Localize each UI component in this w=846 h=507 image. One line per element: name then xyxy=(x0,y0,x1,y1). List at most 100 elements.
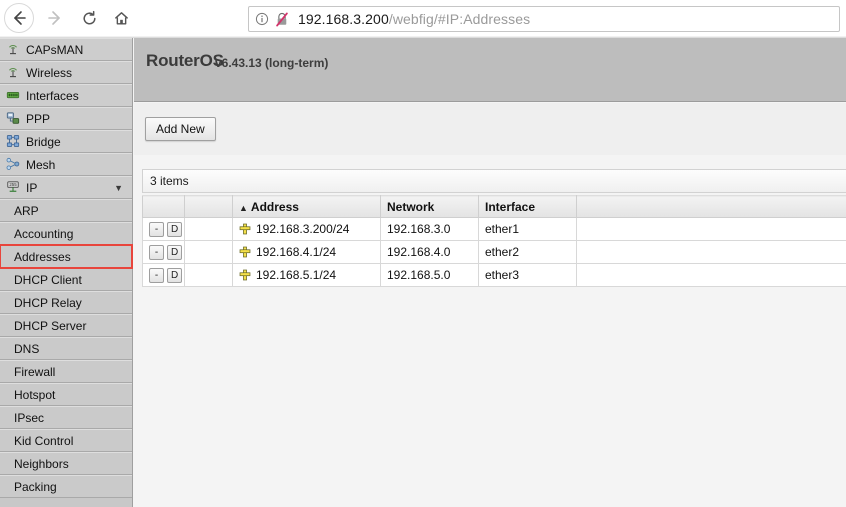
sidebar-item-hotspot[interactable]: Hotspot xyxy=(0,383,132,406)
sidebar-item-label: DHCP Client xyxy=(14,272,82,287)
browser-chrome: 192.168.3.200/webfig/#IP:Addresses xyxy=(0,0,846,37)
cell-spacer xyxy=(576,240,846,264)
cell-spacer xyxy=(576,217,846,241)
sidebar-item-kid-control[interactable]: Kid Control xyxy=(0,429,132,452)
sidebar-menu: CAPsMAN Wireless Interfaces PPP Bridge Mesh 25… xyxy=(0,38,133,507)
cell-network: 192.168.5.0 xyxy=(380,263,479,287)
info-icon[interactable] xyxy=(255,12,269,26)
ppp-icon xyxy=(6,111,21,126)
address-bar[interactable]: 192.168.3.200/webfig/#IP:Addresses xyxy=(248,6,840,32)
row-action-cell: -D xyxy=(142,240,185,264)
table-body: - D 192.168.3.200/24 192.168.3.0 ether1- D 192… xyxy=(142,217,846,287)
sidebar-item-label: Addresses xyxy=(14,249,71,264)
sidebar-item-label: Mesh xyxy=(26,157,56,172)
address-cross-icon xyxy=(239,223,251,235)
sidebar-item-label: IP xyxy=(26,180,38,195)
interfaces-icon xyxy=(6,88,21,103)
sidebar-item-ppp[interactable]: PPP xyxy=(0,107,132,130)
page-viewport: CAPsMAN Wireless Interfaces PPP Bridge Mesh 25… xyxy=(0,38,846,507)
sidebar-item-label: Wireless xyxy=(26,65,73,80)
row-comment-button[interactable]: D xyxy=(167,222,183,237)
sidebar-item-label: PPP xyxy=(26,111,51,126)
cell-address[interactable]: 192.168.5.1/24 xyxy=(232,263,381,287)
column-header-address-label: Address xyxy=(250,199,299,214)
sidebar-item-dhcp-client[interactable]: DHCP Client xyxy=(0,268,132,291)
cell-interface: ether2 xyxy=(478,240,577,264)
product-version: v6.43.13 (long-term) xyxy=(215,56,329,70)
back-button-focus-ring xyxy=(4,3,34,33)
reload-button[interactable] xyxy=(74,3,104,33)
table-row[interactable]: - D 192.168.3.200/24 192.168.3.0 ether1 xyxy=(142,217,846,241)
product-name: RouterOS xyxy=(146,51,224,70)
table-row[interactable]: - D 192.168.4.1/24 192.168.4.0 ether2 xyxy=(142,240,846,264)
table-row[interactable]: - D 192.168.5.1/24 192.168.5.0 ether3 xyxy=(142,263,846,287)
sidebar-item-label: Firewall xyxy=(14,364,56,379)
sidebar-item-label: Kid Control xyxy=(14,433,74,448)
sidebar-item-neighbors[interactable]: Neighbors xyxy=(0,452,132,475)
column-header-spacer xyxy=(576,195,846,218)
row-flags-cell xyxy=(184,217,233,241)
cell-interface: ether1 xyxy=(478,217,577,241)
cell-spacer xyxy=(576,263,846,287)
sidebar-item-bridge[interactable]: Bridge xyxy=(0,130,132,153)
row-comment-button[interactable]: D xyxy=(167,245,183,260)
row-action-cell: -D xyxy=(142,263,185,287)
sidebar-item-label: Bridge xyxy=(26,134,61,149)
sidebar-item-capsman[interactable]: CAPsMAN xyxy=(0,38,132,61)
forward-button[interactable] xyxy=(40,3,70,33)
row-disable-button[interactable]: - xyxy=(149,268,164,283)
row-comment-button[interactable]: D xyxy=(167,268,183,283)
row-disable-button[interactable]: - xyxy=(149,222,164,237)
sidebar-item-interfaces[interactable]: Interfaces xyxy=(0,84,132,107)
add-new-button[interactable]: Add New xyxy=(145,117,216,141)
sidebar-item-accounting[interactable]: Accounting xyxy=(0,222,132,245)
row-disable-button[interactable]: - xyxy=(149,245,164,260)
back-button[interactable] xyxy=(4,3,34,33)
forward-arrow-icon xyxy=(48,11,60,25)
address-cross-icon xyxy=(239,269,251,281)
cell-address[interactable]: 192.168.4.1/24 xyxy=(232,240,381,264)
sidebar-item-label: ARP xyxy=(14,203,39,218)
url-path: /webfig/#IP:Addresses xyxy=(388,11,531,27)
sidebar-item-packing[interactable]: Packing xyxy=(0,475,132,498)
sidebar-item-label: Hotspot xyxy=(14,387,56,402)
sidebar-item-ipsec[interactable]: IPsec xyxy=(0,406,132,429)
column-header-network[interactable]: Network xyxy=(380,195,479,218)
sidebar-item-label: DNS xyxy=(14,341,40,356)
sidebar-item-label: DHCP Server xyxy=(14,318,87,333)
sidebar-item-mesh[interactable]: Mesh xyxy=(0,153,132,176)
column-header-interface[interactable]: Interface xyxy=(478,195,577,218)
table-header-row: ▲ Address Network Interface xyxy=(142,195,846,218)
row-action-cell: -D xyxy=(142,217,185,241)
sidebar-item-dhcp-server[interactable]: DHCP Server xyxy=(0,314,132,337)
address-cross-icon xyxy=(239,246,251,258)
antenna-icon xyxy=(6,42,21,57)
column-header-address[interactable]: ▲ Address xyxy=(232,195,381,218)
column-header-actions[interactable] xyxy=(142,195,185,218)
sidebar-item-firewall[interactable]: Firewall xyxy=(0,360,132,383)
chevron-down-icon[interactable]: ▼ xyxy=(114,183,123,193)
app-header: RouterOS v6.43.13 (long-term) xyxy=(134,38,846,102)
home-button[interactable] xyxy=(106,3,136,33)
row-flags-cell xyxy=(184,240,233,264)
sidebar-item-dhcp-relay[interactable]: DHCP Relay xyxy=(0,291,132,314)
url-host: 192.168.3.200 xyxy=(298,11,389,27)
sidebar-item-arp[interactable]: ARP xyxy=(0,199,132,222)
sidebar-item-addresses[interactable]: Addresses xyxy=(0,244,133,269)
insecure-connection-icon[interactable] xyxy=(275,12,289,27)
bridge-icon xyxy=(6,134,21,149)
main-content: RouterOS v6.43.13 (long-term) Add New 3 … xyxy=(134,38,846,507)
item-count-bar: 3 items xyxy=(142,169,846,193)
mesh-icon xyxy=(6,157,21,172)
column-header-flags[interactable] xyxy=(184,195,233,218)
sidebar-item-label: Interfaces xyxy=(26,88,79,103)
address-value: 192.168.5.1/24 xyxy=(256,268,337,282)
sidebar-item-ip[interactable]: 255 IP ▼ xyxy=(0,176,132,199)
cell-address[interactable]: 192.168.3.200/24 xyxy=(232,217,381,241)
home-icon xyxy=(114,11,128,24)
address-table: ▲ Address Network Interface - D 192.168.3.2… xyxy=(142,195,846,287)
sidebar-item-wireless[interactable]: Wireless xyxy=(0,61,132,84)
address-value: 192.168.3.200/24 xyxy=(256,222,350,236)
sidebar-item-dns[interactable]: DNS xyxy=(0,337,132,360)
antenna-icon xyxy=(6,65,21,80)
